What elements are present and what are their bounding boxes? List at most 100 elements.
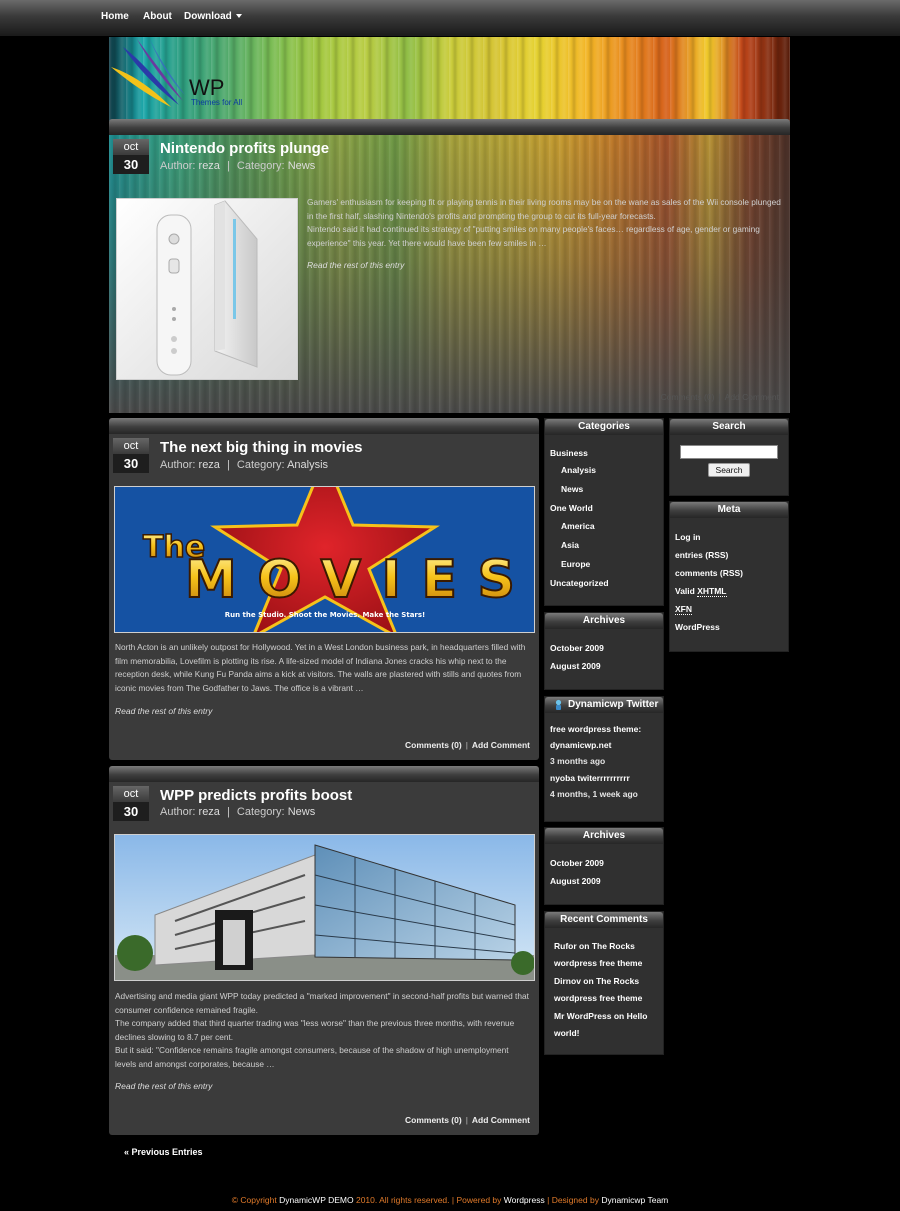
site-logo-icon[interactable] xyxy=(109,37,199,117)
nav-download-label: Download xyxy=(184,11,232,22)
meta-xfn-link[interactable]: XFN xyxy=(675,600,783,618)
widget-title: Recent Comments xyxy=(545,912,663,928)
wpp-building-image[interactable] xyxy=(114,834,535,981)
archive-october-2009[interactable]: October 2009 xyxy=(550,639,658,657)
wii-console-image[interactable] xyxy=(116,198,298,380)
excerpt-paragraph: But it said: "Confidence remains fragile… xyxy=(115,1045,509,1069)
read-more-link[interactable]: Read the rest of this entry xyxy=(115,1081,212,1091)
nav-home[interactable]: Home xyxy=(101,11,129,22)
the-movies-image[interactable]: The MOVIES Run the Studio. Shoot the Mov… xyxy=(114,486,535,633)
nav-about[interactable]: About xyxy=(143,11,172,22)
footer-wordpress-link[interactable]: Wordpress xyxy=(504,1195,545,1205)
meta-valid-label: Valid xyxy=(675,586,695,596)
author-label: Author: xyxy=(160,459,196,471)
meta-login-link[interactable]: Log in xyxy=(675,528,783,546)
post-title[interactable]: The next big thing in movies xyxy=(160,439,363,456)
excerpt-paragraph: North Acton is an unlikely outpost for H… xyxy=(115,642,526,693)
nav-download[interactable]: Download xyxy=(184,11,242,22)
categories-widget: Categories Business Analysis News One Wo… xyxy=(544,418,664,606)
meta-entries-rss-link[interactable]: entries (RSS) xyxy=(675,546,783,564)
category-business[interactable]: Business xyxy=(550,445,658,461)
wii-image-icon xyxy=(117,199,297,379)
previous-entries-link[interactable]: « Previous Entries xyxy=(124,1147,203,1157)
comments-link[interactable]: Comments (0) xyxy=(405,740,462,750)
archive-october-2009[interactable]: October 2009 xyxy=(550,854,658,872)
post-meta: Author: reza | Category: News xyxy=(160,806,316,818)
post-date-day: 30 xyxy=(113,155,149,174)
twitter-widget-title: Dynamicwp Twitter xyxy=(568,699,659,710)
post-bar xyxy=(109,418,539,434)
archive-august-2009[interactable]: August 2009 xyxy=(550,872,658,890)
author-link[interactable]: reza xyxy=(199,160,220,172)
footer-owner-link[interactable]: DynamicWP DEMO xyxy=(279,1195,353,1205)
category-america[interactable]: America xyxy=(550,517,658,536)
site-header: WP Themes for All xyxy=(109,37,790,121)
search-widget: Search Search xyxy=(669,418,789,496)
comment-on: on xyxy=(613,1011,625,1021)
add-comment-link[interactable]: Add Comment xyxy=(725,392,779,402)
search-input[interactable] xyxy=(680,445,778,459)
post-comment-links: Comments (0) | Add Comment xyxy=(660,392,779,402)
meta-xfn-abbr: XFN xyxy=(675,604,692,615)
category-label: Category: xyxy=(236,459,285,471)
comments-link[interactable]: Comments (0) xyxy=(661,392,715,402)
comments-link[interactable]: Comments (0) xyxy=(405,1115,462,1125)
footer-designed-label: Designed by xyxy=(551,1195,599,1205)
add-comment-link[interactable]: Add Comment xyxy=(472,1115,530,1125)
post-excerpt: Advertising and media giant WPP today pr… xyxy=(115,990,531,1071)
post-comment-links: Comments (0) | Add Comment xyxy=(405,1115,530,1125)
site-tagline: Themes for All xyxy=(191,98,243,107)
widget-title: Meta xyxy=(670,502,788,518)
excerpt-paragraph: Advertising and media giant WPP today pr… xyxy=(115,991,529,1015)
meta-xhtml-abbr: XHTML xyxy=(697,586,727,597)
footer-separator: | xyxy=(451,1195,455,1205)
meta-wordpress-link[interactable]: WordPress xyxy=(675,618,783,636)
comment-author[interactable]: Dirnov xyxy=(554,976,581,986)
footer-copyright: © Copyright xyxy=(231,1195,277,1205)
category-label: Category: xyxy=(236,160,285,172)
post-title[interactable]: Nintendo profits plunge xyxy=(160,140,329,157)
comment-author[interactable]: Mr WordPress xyxy=(554,1011,611,1021)
category-link[interactable]: Analysis xyxy=(287,459,328,471)
post-title[interactable]: WPP predicts profits boost xyxy=(160,787,352,804)
post-date: oct 30 xyxy=(113,438,149,473)
post-date-month: oct xyxy=(113,438,149,454)
category-link[interactable]: News xyxy=(288,160,316,172)
recent-comments-widget: Recent Comments Rufor on The Rocks wordp… xyxy=(544,911,664,1055)
category-news[interactable]: News xyxy=(550,480,658,499)
archives-widget: Archives October 2009 August 2009 xyxy=(544,827,664,905)
excerpt-paragraph: The company added that third quarter tra… xyxy=(115,1018,515,1042)
category-analysis[interactable]: Analysis xyxy=(550,461,658,480)
archives-widget: Archives October 2009 August 2009 xyxy=(544,612,664,690)
search-button[interactable]: Search xyxy=(708,463,750,477)
read-more-link[interactable]: Read the rest of this entry xyxy=(307,260,404,270)
post-date-month: oct xyxy=(113,786,149,802)
add-comment-link[interactable]: Add Comment xyxy=(472,740,530,750)
widget-title: Archives xyxy=(545,613,663,629)
post: oct 30 WPP predicts profits boost Author… xyxy=(109,782,539,1135)
author-link[interactable]: reza xyxy=(199,806,220,818)
meta-valid-xhtml-link[interactable]: Valid XHTML xyxy=(675,582,783,600)
meta-comments-rss-link[interactable]: comments (RSS) xyxy=(675,564,783,582)
archive-august-2009[interactable]: August 2009 xyxy=(550,657,658,675)
tweet-time: 3 months ago xyxy=(550,755,606,766)
twitter-bird-icon xyxy=(553,699,564,710)
comment-on: on xyxy=(579,941,590,951)
comment-author[interactable]: Rufor xyxy=(554,941,577,951)
site-footer: © Copyright DynamicWP DEMO 2010. All rig… xyxy=(0,1195,900,1205)
category-one-world[interactable]: One World xyxy=(550,499,658,517)
tweet-link[interactable]: dynamicwp.net xyxy=(550,738,658,754)
category-asia[interactable]: Asia xyxy=(550,536,658,555)
read-more-link[interactable]: Read the rest of this entry xyxy=(115,706,212,716)
post-comment-links: Comments (0) | Add Comment xyxy=(405,740,530,750)
top-navigation: Home About Download xyxy=(0,0,900,37)
comment-on: on xyxy=(583,976,594,986)
footer-designer-link[interactable]: Dynamicwp Team xyxy=(601,1195,668,1205)
category-europe[interactable]: Europe xyxy=(550,555,658,574)
category-link[interactable]: News xyxy=(288,806,316,818)
tweet-text: nyoba twiterrrrrrrrrr xyxy=(550,773,630,784)
author-label: Author: xyxy=(160,806,196,818)
author-link[interactable]: reza xyxy=(199,459,220,471)
category-uncategorized[interactable]: Uncategorized xyxy=(550,574,658,592)
post-date-day: 30 xyxy=(113,454,149,473)
